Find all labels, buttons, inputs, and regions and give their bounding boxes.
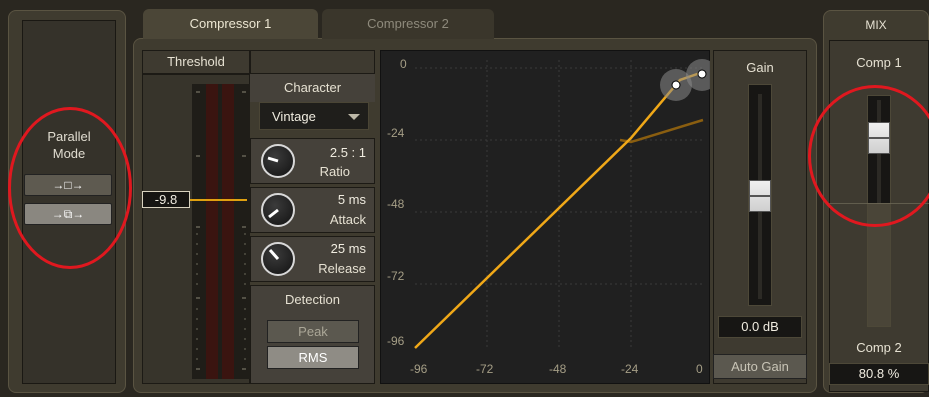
ratio-control[interactable]: 2.5 : 1 Ratio — [250, 138, 375, 184]
auto-gain-button[interactable]: Auto Gain — [713, 354, 807, 379]
release-control[interactable]: 25 ms Release — [250, 236, 375, 282]
y-tick-4: -96 — [387, 334, 405, 348]
gain-value: 0.0 — [741, 319, 760, 334]
mix-value-box[interactable]: 80.8 % — [829, 363, 929, 385]
y-tick-0: 0 — [400, 57, 407, 71]
character-dropdown[interactable]: Vintage — [259, 102, 369, 130]
ratio-knob[interactable] — [261, 144, 295, 178]
x-tick-3: -24 — [621, 362, 639, 376]
transfer-curve-plot — [414, 59, 710, 350]
curve-handle-1 — [671, 80, 681, 90]
y-tick-3: -72 — [387, 269, 405, 283]
release-knob[interactable] — [261, 242, 295, 276]
curve-handle-2 — [697, 69, 707, 79]
y-tick-2: -48 — [387, 197, 405, 211]
mix-value: 80.8 — [858, 366, 885, 381]
meter-ticks — [196, 91, 246, 370]
attack-control[interactable]: 5 ms Attack — [250, 187, 375, 233]
ratio-label: Ratio — [319, 164, 350, 179]
x-tick-2: -48 — [549, 362, 567, 376]
detection-peak-button[interactable]: Peak — [267, 320, 359, 343]
threshold-header-spacer — [250, 50, 375, 74]
threshold-label: Threshold — [142, 50, 250, 74]
attack-knob[interactable] — [261, 193, 295, 227]
gain-unit: dB — [762, 319, 779, 334]
mix-label: MIX — [865, 18, 887, 32]
attack-value: 5 ms — [337, 192, 366, 207]
chevron-down-icon — [348, 114, 360, 120]
annotation-circle-parallel-mode — [8, 107, 132, 269]
release-label: Release — [318, 261, 366, 276]
detection-rms-button[interactable]: RMS — [267, 346, 359, 369]
release-value: 25 ms — [330, 241, 366, 256]
x-tick-4: 0 — [696, 362, 703, 376]
mix-bottom-label: Comp 2 — [856, 340, 902, 355]
mix-unit: % — [887, 366, 900, 381]
character-label: Character — [250, 74, 375, 102]
gain-label: Gain — [746, 60, 774, 75]
gain-value-box[interactable]: 0.0 dB — [718, 316, 802, 338]
tab-compressor-2[interactable]: Compressor 2 — [322, 9, 494, 39]
threshold-marker-line — [190, 199, 247, 201]
y-tick-1: -24 — [387, 126, 405, 140]
ratio-value: 2.5 : 1 — [329, 145, 366, 160]
gain-slider-handle[interactable] — [749, 180, 771, 212]
mix-top-label: Comp 1 — [856, 55, 902, 70]
character-selected: Vintage — [272, 109, 316, 124]
x-tick-1: -72 — [476, 362, 494, 376]
threshold-value-box[interactable]: -9.8 — [142, 191, 190, 208]
detection-label: Detection — [285, 292, 340, 307]
attack-label: Attack — [329, 212, 366, 227]
x-tick-0: -96 — [410, 362, 428, 376]
tab-compressor-1[interactable]: Compressor 1 — [143, 9, 318, 39]
